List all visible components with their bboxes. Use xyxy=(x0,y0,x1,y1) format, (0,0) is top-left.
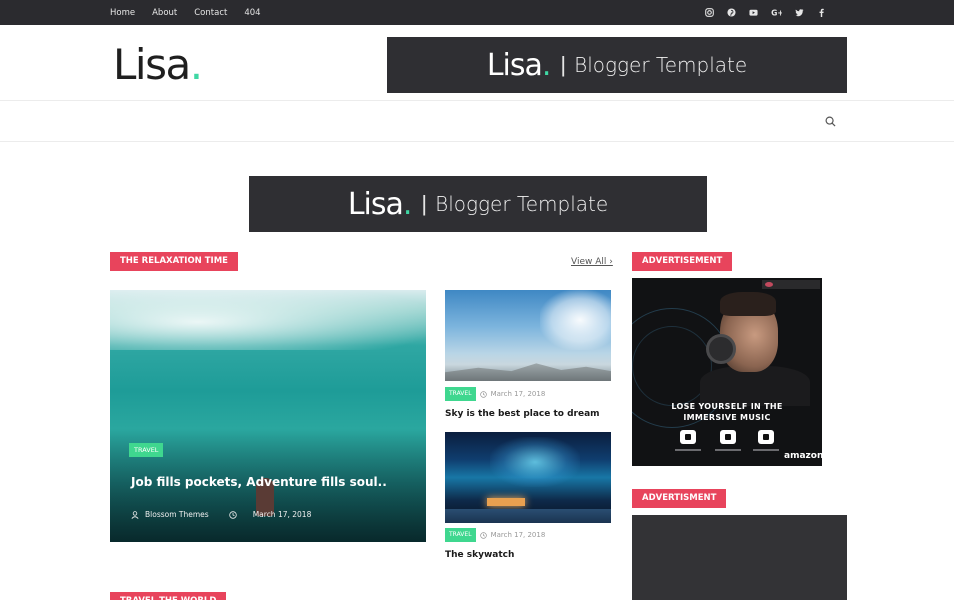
model-hair xyxy=(720,292,776,316)
nav-divider-top xyxy=(0,100,954,101)
content-banner-ad[interactable]: Lisa. | Blogger Template xyxy=(249,176,707,232)
post-thumbnail-sky[interactable] xyxy=(445,290,611,381)
post-thumbnail-aurora[interactable] xyxy=(445,432,611,523)
headphone-icon xyxy=(706,334,736,364)
instagram-icon[interactable] xyxy=(705,8,714,17)
section-tag-travel-world: TRAVEL THE WORLD xyxy=(110,592,227,600)
advertisement-slot[interactable] xyxy=(632,515,847,600)
stop-icon xyxy=(720,430,736,444)
section-tag-relaxation: THE RELAXATION TIME xyxy=(110,252,238,271)
post-meta: TRAVEL March 17, 2018 xyxy=(445,528,545,542)
svg-text:G+: G+ xyxy=(771,9,782,17)
clock-icon xyxy=(229,510,237,519)
lit-cabin xyxy=(487,498,525,506)
post-date: March 17, 2018 xyxy=(490,390,546,398)
music-headphones-ad[interactable]: LOSE YOURSELF IN THE IMMERSIVE MUSIC ama… xyxy=(632,278,822,466)
sidebar-tag-advertisement: ADVERTISEMENT xyxy=(632,252,733,271)
search-icon[interactable] xyxy=(825,116,836,127)
facebook-icon[interactable] xyxy=(817,8,826,17)
volume-icon xyxy=(680,430,696,444)
youtube-icon[interactable] xyxy=(749,8,758,17)
site-logo[interactable]: Lisa. xyxy=(113,40,203,89)
featured-category-badge[interactable]: TRAVEL xyxy=(129,443,164,457)
clock-icon xyxy=(479,531,487,539)
nav-divider-bottom xyxy=(0,141,954,142)
banner-logo-dot: . xyxy=(541,47,551,83)
model-shoulders xyxy=(700,366,810,406)
featured-author[interactable]: Blossom Themes xyxy=(145,510,209,519)
feature-caption xyxy=(710,448,746,454)
post-title[interactable]: Sky is the best place to dream xyxy=(445,409,600,419)
top-bar: Home About Contact 404 G+ xyxy=(0,0,954,25)
mid-banner-logo-text: Lisa xyxy=(347,186,404,222)
header-banner-ad[interactable]: Lisa. | Blogger Template xyxy=(387,37,847,93)
banner-logo: Lisa. xyxy=(486,47,552,83)
mountain-ridge xyxy=(445,363,611,381)
nav-link-contact[interactable]: Contact xyxy=(194,8,227,18)
logo-dot: . xyxy=(189,40,203,89)
mid-banner-logo-dot: . xyxy=(402,186,412,222)
google-plus-icon[interactable]: G+ xyxy=(771,8,782,17)
mid-banner-separator: | xyxy=(421,191,428,216)
post-category-badge[interactable]: TRAVEL xyxy=(445,387,476,401)
feature-caption xyxy=(748,448,784,454)
mid-banner-tagline: Blogger Template xyxy=(435,192,609,216)
pinterest-icon[interactable] xyxy=(727,8,736,17)
clock-icon xyxy=(479,390,487,398)
headset-icon xyxy=(758,430,774,444)
nav-link-home[interactable]: Home xyxy=(110,8,135,18)
top-navigation: Home About Contact 404 xyxy=(110,0,261,25)
ad-headline-line1: LOSE YOURSELF IN THE xyxy=(671,402,783,411)
banner-tagline: Blogger Template xyxy=(574,53,748,77)
feature-caption xyxy=(670,448,706,454)
sidebar-tag-advertisment: ADVERTISMENT xyxy=(632,489,727,508)
amazon-logo: amazon xyxy=(784,451,822,461)
user-icon xyxy=(131,510,139,519)
banner-separator: | xyxy=(560,52,567,77)
cloud-shape xyxy=(540,290,611,350)
snow-ground xyxy=(445,509,611,523)
featured-post-card[interactable]: TRAVEL Job fills pockets, Adventure fill… xyxy=(110,290,426,542)
post-title[interactable]: The skywatch xyxy=(445,550,514,560)
twitter-icon[interactable] xyxy=(795,8,804,17)
post-date: March 17, 2018 xyxy=(490,531,546,539)
aurora-glow xyxy=(490,437,580,487)
post-meta: TRAVEL March 17, 2018 xyxy=(445,387,545,401)
view-all-link[interactable]: View All › xyxy=(571,257,613,267)
featured-post-title[interactable]: Job fills pockets, Adventure fills soul.… xyxy=(131,475,387,489)
banner-logo-text: Lisa xyxy=(486,47,543,83)
post-category-badge[interactable]: TRAVEL xyxy=(445,528,476,542)
ad-headline-line2: IMMERSIVE MUSIC xyxy=(683,413,771,422)
nav-link-404[interactable]: 404 xyxy=(244,8,260,18)
nav-link-about[interactable]: About xyxy=(152,8,177,18)
social-links: G+ xyxy=(705,0,826,25)
featured-post-meta: Blossom Themes March 17, 2018 xyxy=(131,510,311,519)
wave-foam xyxy=(110,290,426,350)
mid-banner-logo: Lisa. xyxy=(347,186,413,222)
ad-brand-mark xyxy=(762,280,820,289)
featured-date: March 17, 2018 xyxy=(252,510,312,519)
logo-text: Lisa xyxy=(113,40,191,89)
